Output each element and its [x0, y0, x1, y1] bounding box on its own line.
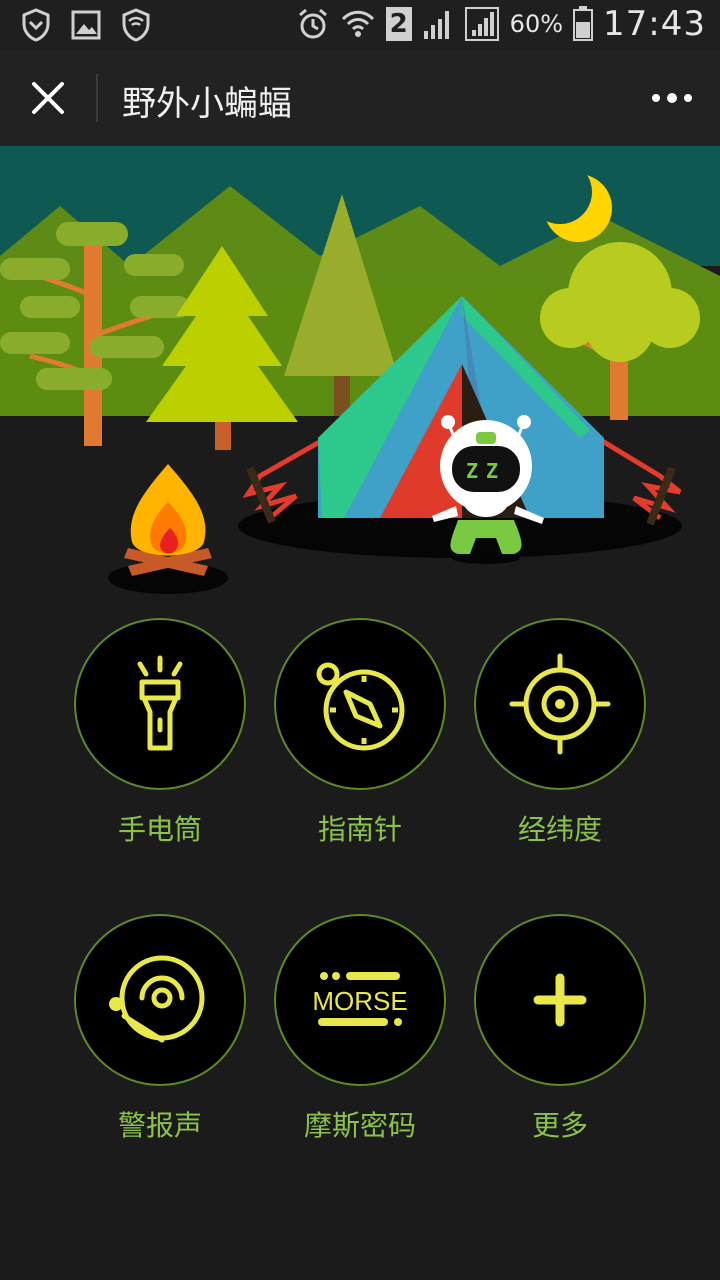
camping-illustration: ZZ	[0, 146, 720, 606]
morse-icon: MORSE	[312, 972, 408, 1026]
tool-circle[interactable]	[474, 618, 646, 790]
tool-label: 更多	[531, 1109, 588, 1142]
tool-flashlight[interactable]: 手电筒	[74, 618, 246, 848]
alarm-bell-icon	[109, 955, 205, 1043]
tool-compass[interactable]: 指南针	[274, 618, 446, 848]
shield-icon	[22, 8, 50, 42]
tool-label: 指南针	[317, 813, 402, 846]
sim-badge: 2	[385, 7, 412, 41]
alarm-clock-icon	[298, 8, 327, 39]
signal-icon	[423, 11, 449, 39]
clock: 17:43	[603, 4, 706, 44]
compass-icon	[316, 662, 405, 751]
tool-label: 警报声	[117, 1109, 202, 1142]
wifi-icon	[341, 10, 374, 37]
tool-label: 摩斯密码	[303, 1109, 416, 1142]
tool-circle[interactable]	[74, 914, 246, 1086]
tool-label: 经纬度	[517, 813, 602, 846]
tool-circle[interactable]	[74, 618, 246, 790]
page-title: 野外小蝙蝠	[122, 84, 292, 124]
battery-icon	[573, 6, 594, 41]
crosshair-icon	[509, 653, 611, 755]
tool-alarm[interactable]: 警报声	[74, 914, 246, 1144]
status-left-icons	[20, 8, 152, 42]
plus-icon	[533, 973, 587, 1027]
title-divider	[96, 74, 98, 122]
signal-box-icon	[464, 7, 499, 41]
tool-circle[interactable]: MORSE	[274, 914, 446, 1086]
close-icon[interactable]	[28, 78, 68, 118]
shield-check-icon	[122, 8, 150, 42]
tool-label: 手电筒	[117, 813, 202, 846]
tool-circle[interactable]	[274, 618, 446, 790]
morse-icon-text: MORSE	[312, 986, 407, 1016]
battery-percent: 60%	[509, 10, 564, 38]
tool-more[interactable]: 更多	[474, 914, 646, 1144]
tool-morse[interactable]: MORSE 摩斯密码	[274, 914, 446, 1144]
gallery-icon	[71, 10, 101, 40]
robot-face-text: ZZ	[466, 459, 506, 483]
tool-circle[interactable]	[474, 914, 646, 1086]
status-right-icons: 2 60% 17:43	[296, 4, 706, 44]
more-options-icon[interactable]	[650, 88, 694, 108]
flashlight-icon	[137, 655, 183, 751]
title-bar: 野外小蝙蝠	[0, 50, 720, 146]
tool-coordinates[interactable]: 经纬度	[474, 618, 646, 848]
status-bar: 2 60% 17:43	[0, 0, 720, 50]
